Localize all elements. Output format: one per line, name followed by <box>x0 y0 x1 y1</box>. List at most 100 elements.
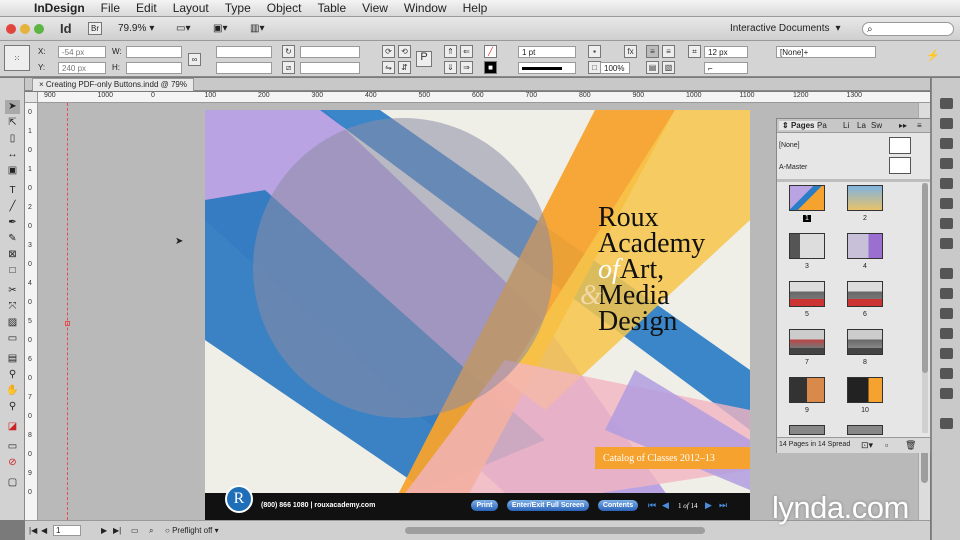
tab-pages[interactable]: ⇕ Pages <box>779 121 818 130</box>
timing-panel-icon[interactable] <box>940 288 953 299</box>
view-options-button[interactable]: ▭▾ <box>176 20 190 37</box>
page-tool-icon[interactable]: ▯ <box>5 132 20 146</box>
first-page-nav-icon[interactable]: |◀ <box>29 526 37 535</box>
menu-file[interactable]: File <box>93 1 128 15</box>
eyedropper-tool-icon[interactable]: ⚲ <box>5 368 20 382</box>
rotation-field[interactable] <box>300 46 360 58</box>
tab-2[interactable]: Pa <box>817 121 827 130</box>
gradient-feather-tool-icon[interactable]: ▭ <box>5 332 20 346</box>
hyperlinks-panel-icon[interactable] <box>940 368 953 379</box>
object-states-panel-icon[interactable] <box>940 328 953 339</box>
line-tool-icon[interactable]: ╱ <box>5 200 20 214</box>
first-page-button[interactable]: ⏮ <box>648 500 656 511</box>
master-none-row[interactable]: [None] <box>777 137 930 157</box>
page-thumb-8[interactable] <box>847 329 883 355</box>
zoom-tool-icon[interactable]: ⚲ <box>5 400 20 414</box>
prev-page-nav-icon[interactable]: ◀ <box>41 526 47 535</box>
menu-window[interactable]: Window <box>396 1 455 15</box>
drop-shadow-icon[interactable]: ▪ <box>588 45 601 58</box>
menu-help[interactable]: Help <box>455 1 496 15</box>
shear-icon[interactable]: ⧄ <box>282 61 295 74</box>
print-button[interactable]: Print <box>471 500 498 511</box>
zoom-level-select[interactable]: 79.9% ▾ <box>118 20 154 37</box>
select-container-icon[interactable]: ⇑ <box>444 45 457 58</box>
panel-expand-icon[interactable]: ▸▸ <box>899 121 907 130</box>
effects-fx-icon[interactable]: fx <box>624 45 637 58</box>
fullscreen-button[interactable]: Enter/Exit Full Screen <box>507 500 589 511</box>
corner-size-field[interactable]: 12 px <box>704 46 748 58</box>
pages-scroll-thumb[interactable] <box>922 183 928 373</box>
stroke-weight-field[interactable]: 1 pt <box>518 46 576 58</box>
gradient-swatch-tool-icon[interactable]: ▨ <box>5 316 20 330</box>
menu-view[interactable]: View <box>354 1 396 15</box>
menu-app-name[interactable]: InDesign <box>26 1 93 15</box>
height-field[interactable] <box>126 62 182 74</box>
page-transitions-panel-icon[interactable] <box>940 418 953 429</box>
prev-page-button[interactable]: ◀ <box>662 500 669 511</box>
align-center-icon[interactable]: ≡ <box>662 45 675 58</box>
free-transform-tool-icon[interactable]: ⤧ <box>5 300 20 314</box>
page-thumb-6[interactable] <box>847 281 883 307</box>
selection-tool-icon[interactable]: ➤ <box>5 100 20 114</box>
menu-layout[interactable]: Layout <box>165 1 217 15</box>
reference-point-icon[interactable]: ⁙ <box>4 45 30 71</box>
stroke-swatch-icon[interactable]: ■ <box>484 61 497 74</box>
contents-button[interactable]: Contents <box>598 500 638 511</box>
constrain-proportions-icon[interactable]: ∞ <box>188 53 201 66</box>
note-tool-icon[interactable]: ▤ <box>5 352 20 366</box>
buttons-panel-icon[interactable] <box>940 348 953 359</box>
workspace-switcher[interactable]: Interactive Documents ▾ <box>730 20 841 37</box>
effects-panel-icon[interactable] <box>940 238 953 249</box>
x-position-field[interactable]: -54 px <box>58 46 106 58</box>
page-number-field[interactable]: 1 <box>53 525 81 536</box>
type-tool-icon[interactable]: T <box>5 184 20 198</box>
scale-x-field[interactable] <box>216 46 272 58</box>
page-thumb-2[interactable] <box>847 185 883 211</box>
delete-page-icon[interactable]: 🗑 <box>905 440 916 451</box>
formatting-container-icon[interactable]: ▭ <box>5 440 20 454</box>
corner-options-icon[interactable]: ⌗ <box>688 45 701 58</box>
preflight-icon[interactable]: ⌕ <box>149 526 153 536</box>
swatches-panel-icon[interactable] <box>940 178 953 189</box>
document-page[interactable]: Roux Academy ofArt, & Media Design Catalo… <box>205 110 750 520</box>
width-field[interactable] <box>126 46 182 58</box>
scale-y-field[interactable] <box>216 62 272 74</box>
text-wrap-icon[interactable]: ▤ <box>646 61 659 74</box>
search-field[interactable]: ⌕ <box>862 22 954 36</box>
rotate-ccw-icon[interactable]: ⟲ <box>398 45 411 58</box>
content-collector-icon[interactable]: ▣ <box>5 164 20 178</box>
rotate-icon[interactable]: ↻ <box>282 45 295 58</box>
panel-menu-icon[interactable]: ≡ <box>917 121 922 130</box>
page-thumb-11[interactable] <box>789 425 825 435</box>
close-tab-icon[interactable]: × <box>39 80 46 89</box>
object-style-select[interactable]: [None]+ <box>776 46 876 58</box>
horizontal-scrollbar[interactable] <box>405 527 705 534</box>
opacity-field[interactable]: 100% <box>600 62 630 74</box>
pages-panel-icon[interactable] <box>940 98 953 109</box>
direct-selection-tool-icon[interactable]: ⇱ <box>5 116 20 130</box>
hand-tool-icon[interactable]: ✋ <box>5 384 20 398</box>
vertical-ruler[interactable]: 0 1 0 1 0 2 0 3 0 4 0 5 0 6 0 7 0 8 0 9 0 <box>25 103 38 520</box>
bridge-button[interactable]: Br <box>88 22 102 35</box>
apply-none-icon[interactable]: ⊘ <box>5 456 20 470</box>
y-position-field[interactable]: 240 px <box>58 62 106 74</box>
animation-panel-icon[interactable] <box>940 268 953 279</box>
panel-divider[interactable] <box>777 179 930 182</box>
menu-table[interactable]: Table <box>309 1 354 15</box>
color-panel-icon[interactable] <box>940 198 953 209</box>
horizontal-ruler[interactable]: 900 1000 0 100 200 300 400 500 600 700 800 900 1000 1… <box>38 92 930 103</box>
last-page-button[interactable]: ⏭ <box>719 500 727 511</box>
gap-tool-icon[interactable]: ↔ <box>5 148 20 162</box>
rotate-cw-icon[interactable]: ⟳ <box>382 45 395 58</box>
stroke-type-select[interactable] <box>518 62 576 74</box>
select-next-icon[interactable]: ⇒ <box>460 61 473 74</box>
corner-shape-select[interactable]: ⌐ <box>704 62 748 74</box>
fill-stroke-icon[interactable]: ◪ <box>5 420 20 434</box>
screen-mode-icon[interactable]: ▢ <box>5 476 20 490</box>
tab-swatches[interactable]: Sw <box>871 121 882 130</box>
page-thumb-12[interactable] <box>847 425 883 435</box>
menu-object[interactable]: Object <box>259 1 310 15</box>
last-page-nav-icon[interactable]: ▶| <box>113 526 121 535</box>
website-link[interactable]: rouxacademy.com <box>314 502 375 509</box>
page-thumb-9[interactable] <box>789 377 825 403</box>
